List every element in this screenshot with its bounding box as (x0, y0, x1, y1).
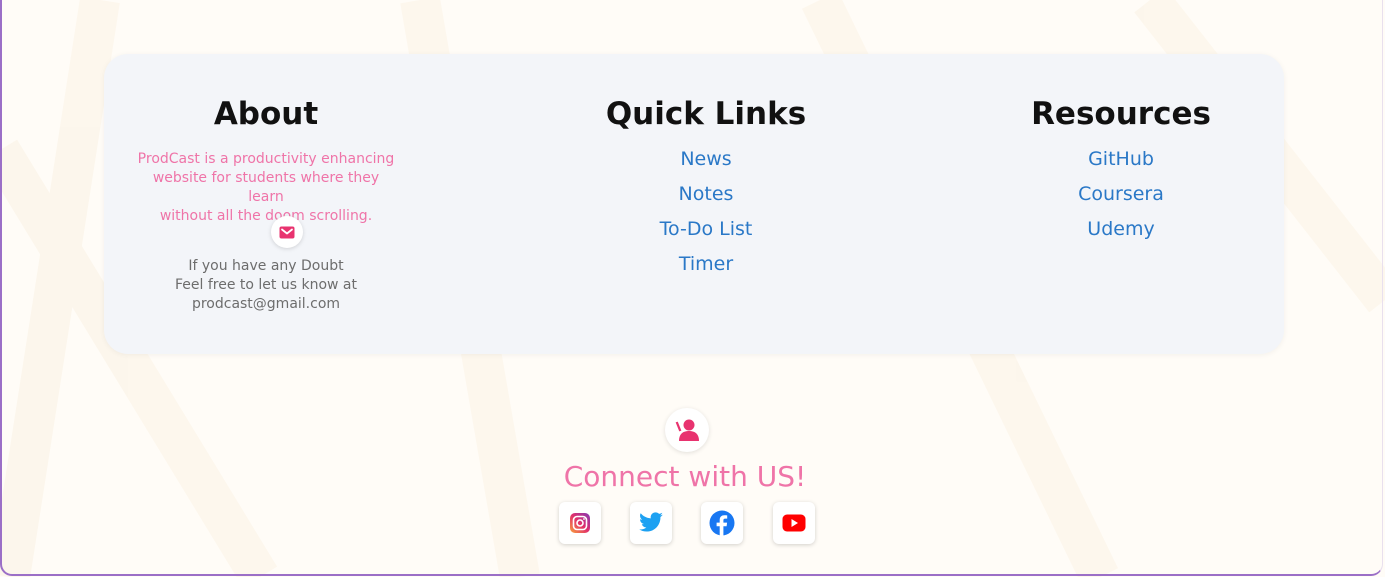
link-news[interactable]: News (551, 146, 861, 181)
about-description: ProdCast is a productivity enhancing web… (134, 150, 398, 226)
mail-button[interactable] (271, 216, 303, 248)
facebook-button[interactable] (701, 502, 743, 544)
contact-note-line: If you have any Doubt (188, 258, 344, 274)
contact-note-line: Feel free to let us know at (175, 277, 357, 293)
link-notes[interactable]: Notes (551, 181, 861, 216)
link-todo-list[interactable]: To-Do List (551, 216, 861, 251)
youtube-icon (782, 514, 806, 532)
instagram-button[interactable] (559, 502, 601, 544)
twitter-button[interactable] (630, 502, 672, 544)
resources-list: GitHub Coursera Udemy (979, 146, 1263, 251)
youtube-button[interactable] (773, 502, 815, 544)
about-description-line: ProdCast is a productivity enhancing (137, 151, 395, 167)
link-timer[interactable]: Timer (551, 251, 861, 286)
footer-panel: About ProdCast is a productivity enhanci… (104, 54, 1284, 354)
contact-badge (665, 408, 709, 452)
contact-email: prodcast@gmail.com (191, 296, 341, 312)
link-github[interactable]: GitHub (979, 146, 1263, 181)
mail-icon (279, 226, 295, 238)
about-description-line: website for students where they learn (152, 170, 380, 205)
contact-icon (674, 419, 699, 441)
twitter-icon (639, 512, 663, 532)
link-udemy[interactable]: Udemy (979, 216, 1263, 251)
link-coursera[interactable]: Coursera (979, 181, 1263, 216)
quick-links-list: News Notes To-Do List Timer (551, 146, 861, 286)
quick-links-title: Quick Links (605, 96, 807, 132)
contact-note: If you have any Doubt Feel free to let u… (134, 257, 398, 314)
instagram-icon (570, 513, 590, 533)
resources-title: Resources (1031, 96, 1211, 132)
about-title: About (213, 96, 319, 132)
connect-title: Connect with US! (563, 460, 807, 493)
about-description-line: without all the doom scrolling. (159, 208, 373, 224)
facebook-icon (709, 510, 735, 536)
